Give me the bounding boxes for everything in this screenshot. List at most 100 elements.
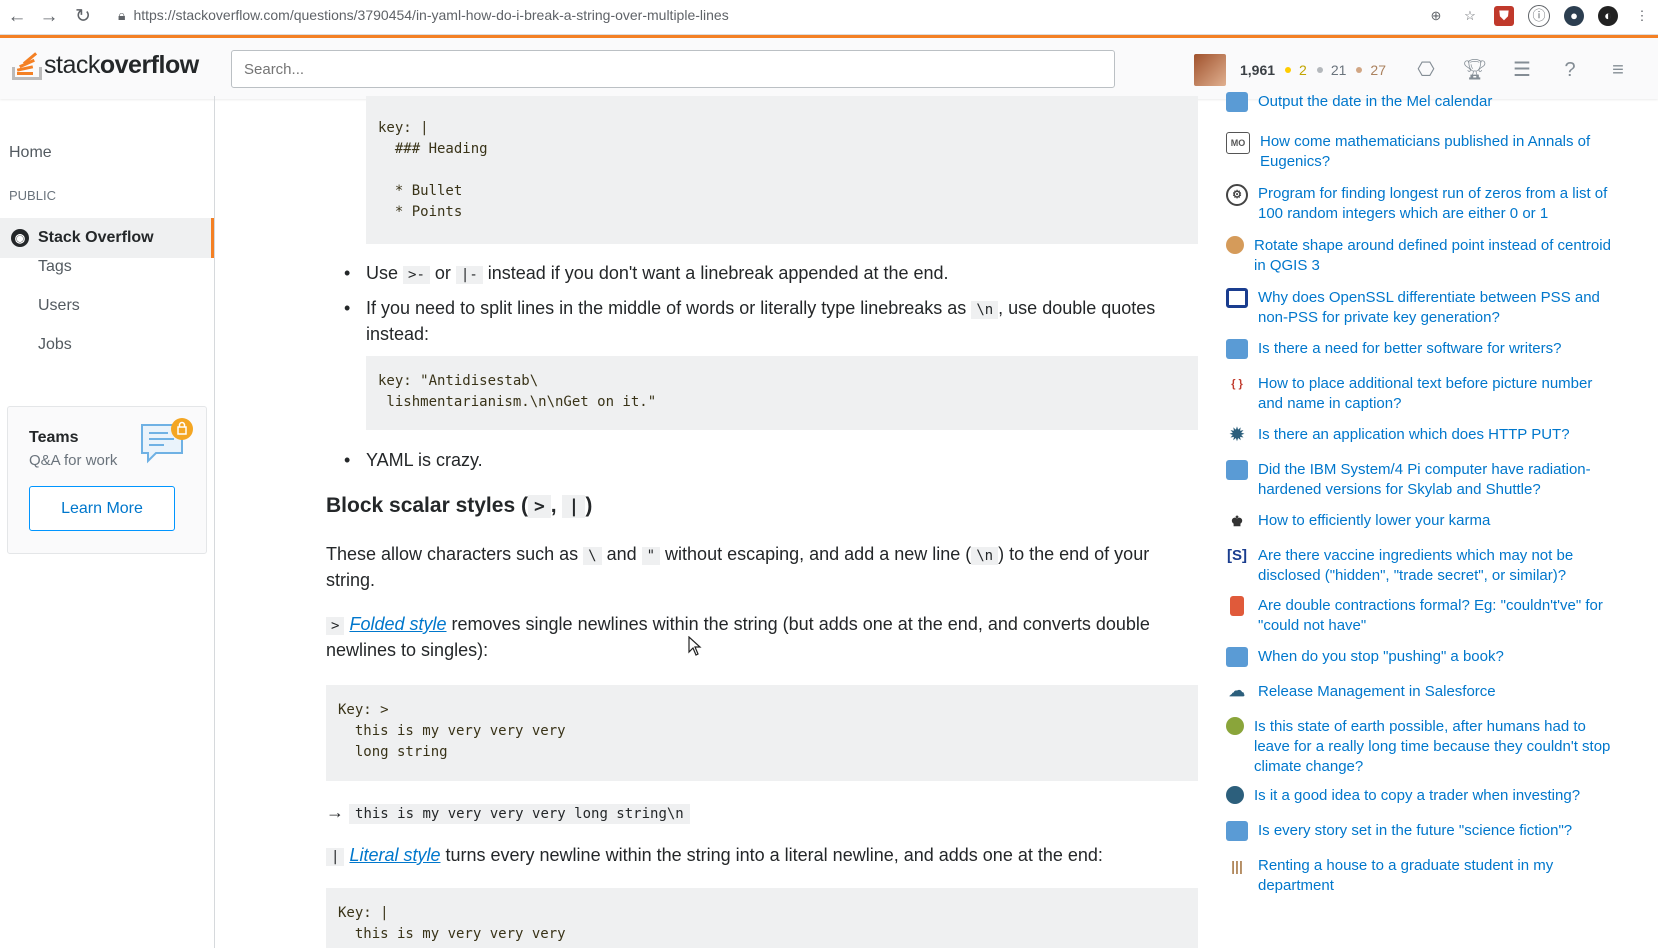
nav-stackoverflow[interactable]: ◉ Stack Overflow [0,218,214,258]
hot-question[interactable]: Is this state of earth possible, after h… [1226,717,1616,777]
inbox-icon[interactable]: ⎔ [1414,58,1438,82]
hot-question[interactable]: Why does OpenSSL differentiate between P… [1226,288,1616,328]
inline-code: > [326,617,345,635]
academia-icon: ||| [1226,856,1248,876]
inline-code: >- [403,266,430,284]
inline-code: \ [583,547,602,565]
zoom-icon[interactable]: ⊕ [1426,6,1446,26]
inline-code: | [326,848,345,866]
inline-code: > [527,495,551,518]
inline-code: | [562,495,586,518]
hot-question[interactable]: ✹ Is there an application which does HTTP… [1226,425,1616,445]
paragraph: > Folded style removes single newlines w… [326,614,1150,660]
hot-question[interactable]: Rotate shape around defined point instea… [1226,236,1616,276]
folded-style-link[interactable]: Folded style [349,614,446,634]
hot-question[interactable]: { } How to place additional text before p… [1226,374,1616,414]
gold-badge-icon [1285,66,1292,73]
hot-question[interactable]: [S] Are there vaccine ingredients which m… [1226,546,1616,586]
section-heading: Block scalar styles (>, |) [326,494,593,518]
learn-more-button[interactable]: Learn More [29,486,175,531]
hot-question[interactable]: MO How come mathematicians published in A… [1226,132,1616,172]
nav-home[interactable]: Home [9,144,52,162]
code-block: key: "Antidisestab\ lishmentarianism.\n\… [366,356,1198,430]
paragraph: | Literal style turns every newline with… [326,843,1198,869]
code-block: Key: > this is my very very very long st… [326,685,1198,781]
literature-icon [1226,821,1248,841]
inline-code: this is my very very very long string\n [349,804,690,824]
stackoverflow-logo-icon [10,48,42,82]
teams-promo: Teams Q&A for work Learn More [7,406,207,554]
hot-question[interactable]: ♚ How to efficiently lower your karma [1226,511,1616,531]
hot-question[interactable]: ||| Renting a house to a graduate student… [1226,856,1616,896]
nav-section-public: PUBLIC [9,188,56,203]
superuser-icon: ✹ [1226,425,1248,445]
avatar[interactable] [1194,54,1226,86]
hot-question[interactable]: Output the date in the Mel calendar [1226,92,1616,112]
extension-icon[interactable]: ● [1564,6,1584,26]
reload-icon[interactable]: ↻ [72,6,94,28]
user-card[interactable]: 1,961 2 21 27 [1194,54,1386,86]
mo-icon: MO [1226,132,1250,154]
bronze-badge-count: 27 [1370,62,1386,78]
softrec-icon [1226,339,1248,359]
achievements-icon[interactable]: 🏆︎ [1462,58,1487,82]
nav-tags[interactable]: Tags [38,258,72,276]
lock-icon: 🔒︎ [118,7,126,23]
inline-code: \n [971,547,999,565]
tex-icon: { } [1226,374,1248,394]
list-item: • If you need to split lines in the midd… [344,298,1156,344]
meta-icon: ♚ [1226,511,1248,531]
back-icon[interactable]: ← [6,6,28,28]
hot-question[interactable]: ☁ Release Management in Salesforce [1226,682,1616,702]
forward-icon[interactable]: → [38,6,60,28]
teams-chat-icon [141,418,193,464]
crypto-icon [1226,288,1248,308]
hot-question[interactable]: Are double contractions formal? Eg: "cou… [1226,596,1616,636]
menu-dots-icon[interactable]: ⋮ [1632,6,1652,26]
silver-badge-count: 21 [1330,62,1347,78]
hot-question[interactable]: Did the IBM System/4 Pi computer have ra… [1226,460,1616,500]
nav-jobs[interactable]: Jobs [38,336,72,354]
profile-icon[interactable]: ◐ [1598,6,1618,26]
search-input[interactable] [231,50,1115,88]
star-icon[interactable]: ☆ [1460,6,1480,26]
nav-users[interactable]: Users [38,297,80,315]
browser-toolbar: ← → ↻ 🔒︎ https://stackoverflow.com/questi… [0,0,1658,35]
hot-question[interactable]: When do you stop "pushing" a book? [1226,647,1616,667]
inline-code: |- [455,266,483,284]
left-sidebar: Home PUBLIC ◉ Stack Overflow Tags Users … [0,96,215,948]
teams-title: Teams [29,429,79,446]
address-bar[interactable]: 🔒︎ https://stackoverflow.com/questions/37… [118,7,729,24]
review-icon[interactable]: ☰ [1510,58,1534,82]
reputation-count: 1,961 [1240,62,1276,78]
info-icon[interactable]: ⓘ [1528,5,1550,27]
mouse-cursor-icon [688,636,702,656]
inline-code: \n [971,301,999,319]
gold-badge-count: 2 [1299,62,1307,78]
codegolf-icon: ⚙ [1226,184,1248,206]
logo-text: stackoverflow [44,50,199,79]
result-line: → this is my very very very long string\… [326,800,690,826]
globe-icon: ◉ [11,229,29,247]
help-icon[interactable]: ? [1558,58,1582,82]
code-block: Key: | this is my very very very [326,888,1198,948]
url-text: https://stackoverflow.com/questions/3790… [133,7,729,23]
silver-badge-icon [1316,66,1323,73]
site-icon [1226,92,1248,112]
skeptics-icon: [S] [1226,546,1248,566]
literal-style-link[interactable]: Literal style [349,845,440,865]
hot-question[interactable]: Is every story set in the future "scienc… [1226,821,1616,841]
hot-question[interactable]: Is there a need for better software for … [1226,339,1616,359]
site-logo[interactable]: stackoverflow [10,48,199,82]
money-icon [1226,786,1244,804]
site-switcher-icon[interactable]: ≡ [1606,58,1630,82]
hot-question[interactable]: Is it a good idea to copy a trader when … [1226,786,1616,806]
extension-icon[interactable]: ⛊ [1494,6,1514,26]
ell-icon [1230,596,1244,616]
teams-subtitle: Q&A for work [29,452,118,469]
nav-stackoverflow-label: Stack Overflow [38,229,154,246]
worldbuilding-icon [1226,717,1244,735]
retro-icon [1226,460,1248,480]
inline-code: " [641,547,661,565]
hot-question[interactable]: ⚙ Program for finding longest run of zero… [1226,184,1616,224]
